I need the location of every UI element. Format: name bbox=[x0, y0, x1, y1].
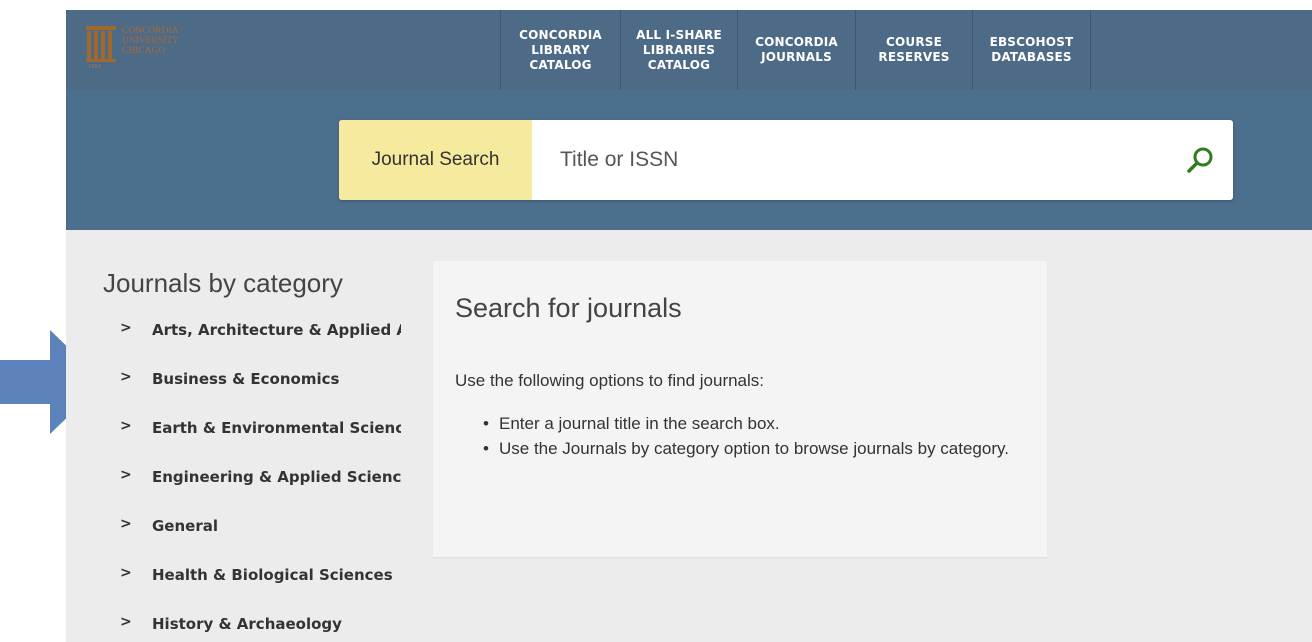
journal-search-box: Journal Search bbox=[339, 120, 1233, 200]
journal-search-label: Journal Search bbox=[339, 120, 532, 200]
chevron-right-icon: > bbox=[120, 565, 132, 581]
category-label: History & Archaeology bbox=[152, 615, 342, 633]
category-label: General bbox=[152, 517, 218, 535]
concordia-logo[interactable]: 1864 CONCORDIA UNIVERSITY CHICAGO bbox=[80, 26, 179, 76]
category-engineering[interactable]: > Engineering & Applied Science bbox=[120, 467, 410, 516]
journal-search-input[interactable] bbox=[532, 120, 1167, 200]
category-label: Arts, Architecture & Applied Ar bbox=[152, 321, 401, 339]
logo-text: CONCORDIA UNIVERSITY CHICAGO bbox=[122, 26, 179, 56]
category-general[interactable]: > General bbox=[120, 516, 410, 565]
main-nav: CONCORDIA LIBRARY CATALOG ALL I-SHARE LI… bbox=[500, 10, 1091, 90]
search-tip-item: Use the Journals by category option to b… bbox=[483, 436, 1023, 461]
nav-concordia-journals[interactable]: CONCORDIA JOURNALS bbox=[737, 10, 855, 90]
page: 1864 CONCORDIA UNIVERSITY CHICAGO CONCOR… bbox=[66, 10, 1312, 642]
category-label: Earth & Environmental Science bbox=[152, 419, 401, 437]
logo-year: 1864 bbox=[88, 64, 101, 70]
category-label: Business & Economics bbox=[152, 370, 340, 388]
category-label: Engineering & Applied Science bbox=[152, 468, 401, 486]
category-business-economics[interactable]: > Business & Economics bbox=[120, 369, 410, 418]
logo-line-2: UNIVERSITY bbox=[122, 36, 179, 46]
search-intro-text: Use the following options to find journa… bbox=[455, 371, 765, 390]
logo-line-1: CONCORDIA bbox=[122, 26, 179, 36]
chevron-right-icon: > bbox=[120, 614, 132, 630]
search-for-journals-heading: Search for journals bbox=[455, 293, 682, 323]
category-health-biological[interactable]: > Health & Biological Sciences bbox=[120, 565, 410, 614]
top-navigation-bar: 1864 CONCORDIA UNIVERSITY CHICAGO CONCOR… bbox=[66, 10, 1312, 90]
category-list: > Arts, Architecture & Applied Ar > Busi… bbox=[120, 320, 410, 642]
search-tips-list: Enter a journal title in the search box.… bbox=[483, 411, 1023, 461]
search-icon bbox=[1187, 147, 1213, 173]
journals-by-category-title: Journals by category bbox=[103, 268, 343, 298]
search-tip-item: Enter a journal title in the search box. bbox=[483, 411, 1023, 436]
category-arts-architecture[interactable]: > Arts, Architecture & Applied Ar bbox=[120, 320, 410, 369]
chevron-right-icon: > bbox=[120, 467, 132, 483]
nav-course-reserves[interactable]: COURSE RESERVES bbox=[855, 10, 972, 90]
chevron-right-icon: > bbox=[120, 516, 132, 532]
nav-concordia-library-catalog[interactable]: CONCORDIA LIBRARY CATALOG bbox=[500, 10, 620, 90]
category-history-archaeology[interactable]: > History & Archaeology bbox=[120, 614, 410, 642]
nav-ebscohost-databases[interactable]: EBSCOHOST DATABASES bbox=[972, 10, 1091, 90]
category-earth-environmental[interactable]: > Earth & Environmental Science bbox=[120, 418, 410, 467]
chevron-right-icon: > bbox=[120, 320, 132, 336]
search-button[interactable] bbox=[1167, 120, 1233, 200]
search-help-card: Search for journals Use the following op… bbox=[433, 261, 1047, 557]
chevron-right-icon: > bbox=[120, 369, 132, 385]
chevron-right-icon: > bbox=[120, 418, 132, 434]
nav-all-ishare-libraries-catalog[interactable]: ALL I-SHARE LIBRARIES CATALOG bbox=[620, 10, 737, 90]
search-band: Journal Search bbox=[66, 90, 1312, 230]
columns-logo-icon: 1864 bbox=[80, 26, 118, 70]
category-label: Health & Biological Sciences bbox=[152, 566, 393, 584]
logo-line-3: CHICAGO bbox=[122, 46, 166, 56]
